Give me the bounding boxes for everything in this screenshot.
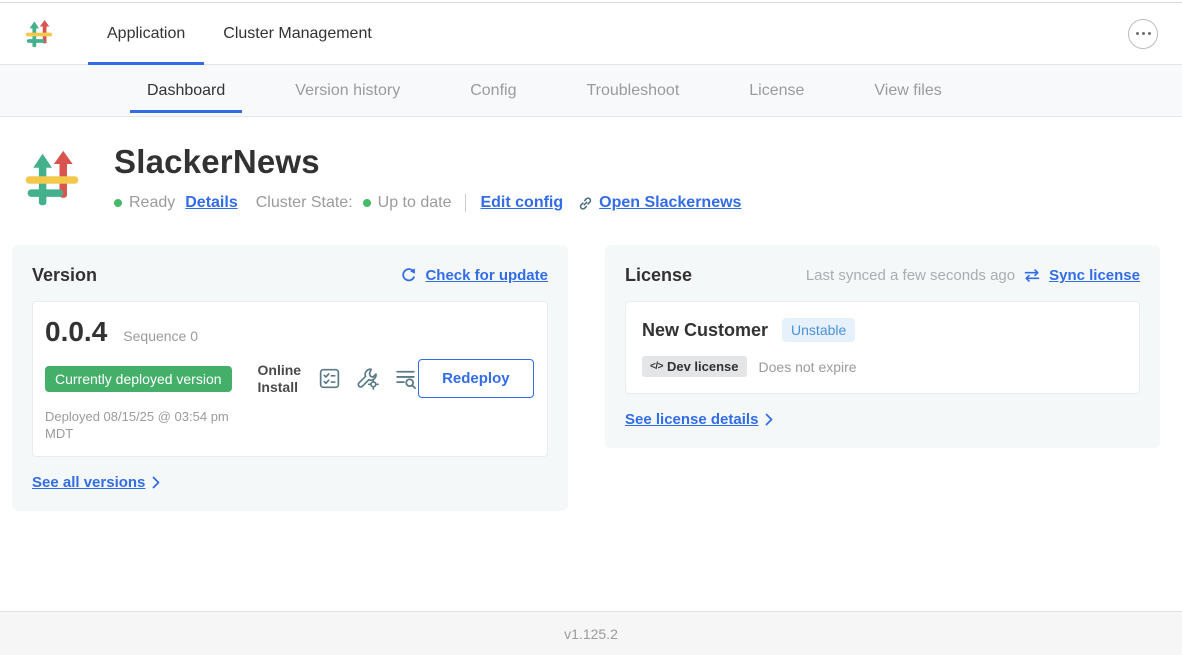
install-type-label: Online Install [258,362,302,396]
license-type-label: Dev license [667,359,739,374]
deployed-timestamp: Deployed 08/15/25 @ 03:54 pm MDT [45,408,240,442]
subnav-tab-dashboard[interactable]: Dashboard [116,65,256,116]
sequence-label: Sequence 0 [123,328,198,344]
check-for-update-link[interactable]: Check for update [425,267,548,284]
check-update-group: Check for update [400,267,548,284]
subnav-tab-config[interactable]: Config [439,65,547,116]
app-status-row: Ready Details Cluster State: Up to date … [114,194,741,212]
subnav-tab-config-label: Config [470,82,516,100]
sync-license-link[interactable]: Sync license [1049,267,1140,284]
license-card-header: License Last synced a few seconds ago Sy… [625,265,1140,286]
subnav-tab-troubleshoot-label: Troubleshoot [586,82,679,100]
deployed-status-badge: Currently deployed version [45,366,232,392]
version-line: 0.0.4 Sequence 0 [45,316,531,348]
subnav-tab-version-history-label: Version history [295,82,400,100]
version-card-title: Version [32,265,97,286]
customer-name: New Customer [642,320,768,341]
version-action-icons [317,366,418,391]
sync-license-group: Last synced a few seconds ago Sync licen… [806,267,1140,284]
customer-row: New Customer Unstable [642,318,1123,342]
cluster-state-value: Up to date [378,194,452,212]
sync-arrows-icon [1023,268,1041,283]
primary-nav: Application Cluster Management [88,3,391,64]
license-details-box: New Customer Unstable </> Dev license Do… [625,301,1140,394]
edit-config-tools-icon[interactable] [355,366,380,391]
chevron-right-icon [152,476,160,489]
see-license-details-link[interactable]: See license details [625,411,758,428]
console-footer: v1.125.2 [0,611,1182,655]
version-actions-row: Currently deployed version Online Instal… [45,359,531,398]
chevron-right-icon [765,413,773,426]
open-app-group: Open Slackernews [577,194,741,212]
see-all-versions-link[interactable]: See all versions [32,474,145,491]
license-type-row: </> Dev license Does not expire [642,356,1123,377]
license-card: License Last synced a few seconds ago Sy… [605,245,1160,448]
edit-config-link[interactable]: Edit config [480,194,563,212]
ready-status-dot [114,199,122,207]
details-link[interactable]: Details [185,194,237,212]
tab-cluster-management-label: Cluster Management [223,25,372,43]
refresh-icon [400,267,417,284]
tab-cluster-management[interactable]: Cluster Management [204,3,391,64]
dashboard-cards: Version Check for update 0.0.4 Sequence … [12,245,1160,511]
expiration-text: Does not expire [759,359,857,375]
cluster-state-dot [363,199,371,207]
last-synced-text: Last synced a few seconds ago [806,267,1015,284]
top-navbar: Application Cluster Management [0,3,1182,65]
app-subnav: Dashboard Version history Config Trouble… [0,65,1182,117]
cluster-state-label: Cluster State: [256,194,353,212]
version-number: 0.0.4 [45,316,107,348]
subnav-tab-version-history[interactable]: Version history [264,65,431,116]
subnav-tab-view-files[interactable]: View files [843,65,972,116]
license-card-title: License [625,265,692,286]
version-card: Version Check for update 0.0.4 Sequence … [12,245,568,511]
subnav-tab-view-files-label: View files [874,82,941,100]
subnav-tab-troubleshoot[interactable]: Troubleshoot [555,65,710,116]
subnav-tab-license-label: License [749,82,804,100]
menu-dot-icon [1142,32,1145,35]
dashboard-main: SlackerNews Ready Details Cluster State:… [0,117,1182,511]
license-card-footer: See license details [625,411,1140,428]
link-icon [577,195,594,212]
version-card-header: Version Check for update [32,265,548,286]
ready-status-label: Ready [129,194,175,212]
menu-dot-icon [1148,32,1151,35]
code-icon: </> [650,361,663,372]
tab-application[interactable]: Application [88,3,204,64]
tab-application-label: Application [107,25,185,43]
console-version: v1.125.2 [564,626,618,642]
subnav-tab-dashboard-label: Dashboard [147,82,225,100]
slackernews-logo-icon [24,19,54,49]
menu-dot-icon [1136,32,1139,35]
divider [465,194,466,212]
current-version-box: 0.0.4 Sequence 0 Currently deployed vers… [32,301,548,457]
page-title: SlackerNews [114,143,741,181]
app-header: SlackerNews Ready Details Cluster State:… [0,117,1182,217]
app-meta: SlackerNews Ready Details Cluster State:… [114,141,741,217]
open-slackernews-link[interactable]: Open Slackernews [599,194,741,212]
license-type-badge: </> Dev license [642,356,747,377]
version-card-footer: See all versions [32,474,548,491]
deploy-logs-icon[interactable] [393,366,418,391]
overflow-menu-button[interactable] [1128,19,1158,49]
channel-badge: Unstable [782,318,855,342]
app-icon [22,141,82,217]
subnav-tab-license[interactable]: License [718,65,835,116]
redeploy-button[interactable]: Redeploy [418,359,534,398]
preflight-checks-icon[interactable] [317,366,342,391]
